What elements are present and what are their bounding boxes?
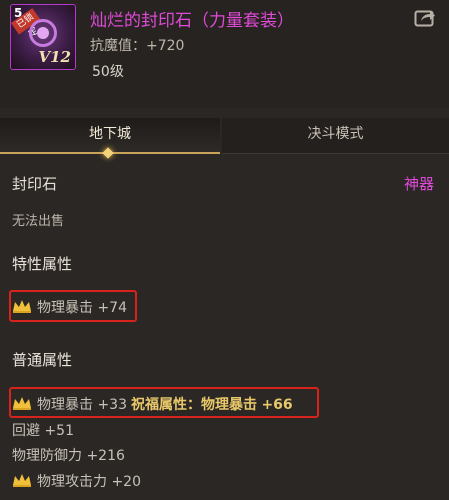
mode-tabs: 地下城 决斗模式 (0, 118, 449, 159)
seal-stone-icon[interactable]: 5 已锁定 V12 (10, 4, 76, 70)
bless-attr-label: 祝福属性：物理暴击 (131, 397, 257, 413)
level-badge: V12 (38, 48, 71, 66)
bless-attr-value: +66 (261, 397, 293, 413)
share-icon[interactable] (414, 8, 436, 28)
resist-value: 抗魔值：+720 (90, 38, 185, 54)
normal-attr-text: 物理暴击 +33 (37, 397, 127, 413)
crown-icon (13, 300, 31, 313)
tab-duel[interactable]: 决斗模式 (222, 118, 449, 154)
item-type: 封印石 (12, 175, 58, 193)
special-attr-row: 物理暴击 +74 (12, 297, 127, 317)
evasion-attr: 回避 +51 (12, 423, 74, 439)
seal-gem-graphic (37, 27, 49, 39)
crown-icon (13, 474, 31, 487)
normal-attr-row-1: 物理暴击 +33 祝福属性：物理暴击 +66 (12, 394, 293, 414)
sell-note: 无法出售 (12, 214, 65, 229)
phys-atk-attr-row: 物理攻击力 +20 (12, 471, 141, 491)
normal-attributes-title: 普通属性 (12, 351, 73, 369)
item-grade: 神器 (404, 175, 435, 193)
item-name: 灿烂的封印石（力量套装） (90, 11, 294, 31)
phys-atk-text: 物理攻击力 +20 (37, 474, 141, 490)
item-level: 50级 (92, 64, 124, 80)
crown-icon (13, 397, 31, 410)
special-attributes-title: 特性属性 (12, 255, 73, 273)
phys-def-attr: 物理防御力 +216 (12, 448, 125, 464)
item-header: 5 已锁定 V12 灿烂的封印石（力量套装） 抗魔值：+720 50级 (0, 0, 449, 108)
special-attr-text: 物理暴击 +74 (37, 300, 127, 316)
